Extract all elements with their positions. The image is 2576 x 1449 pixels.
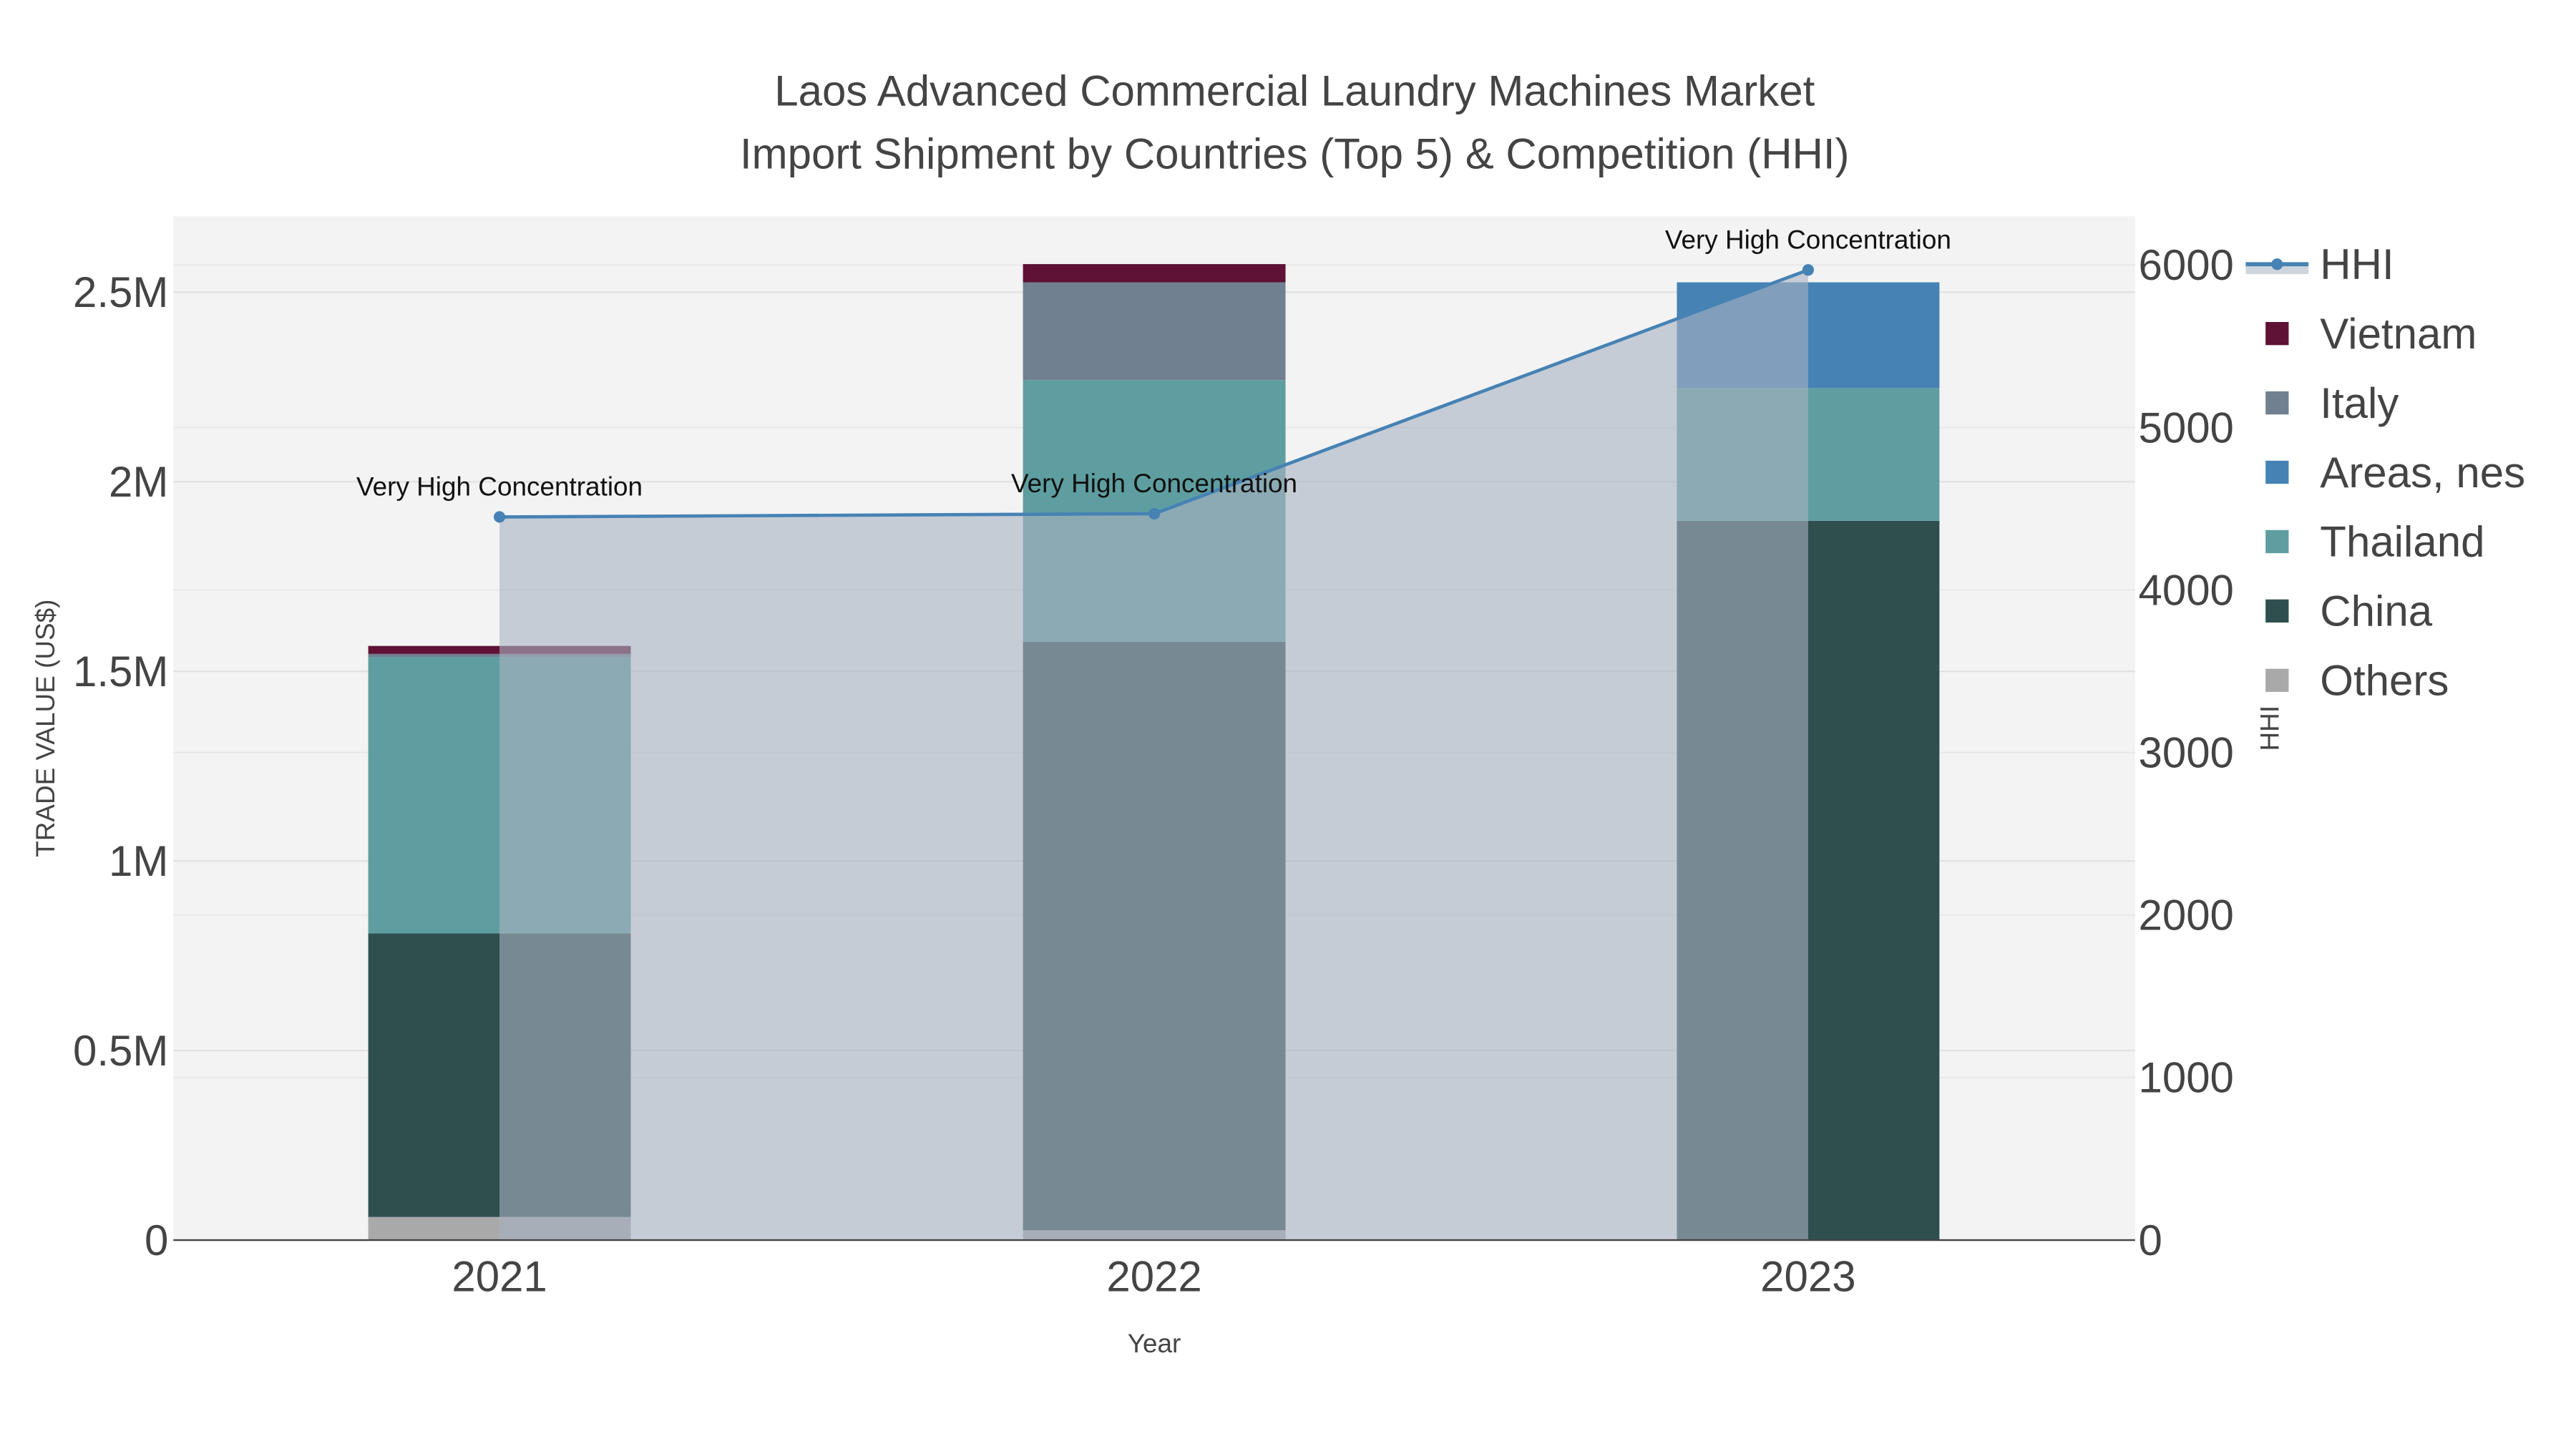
legend-swatch <box>2265 322 2289 346</box>
x-tick-label: 2022 <box>1106 1253 1201 1301</box>
y-tick-label: 2.5M <box>73 268 168 316</box>
chart-title-line2: Import Shipment by Countries (Top 5) & C… <box>740 130 1850 177</box>
legend-label: Thailand <box>2320 518 2484 566</box>
y-axis-title: TRADE VALUE (US$) <box>31 600 60 857</box>
legend-swatch <box>2265 530 2289 554</box>
legend-swatch <box>2265 599 2289 623</box>
x-tick-label: 2023 <box>1760 1253 1855 1301</box>
y-tick-label: 2M <box>109 458 168 506</box>
y2-axis-title: HHI <box>2255 706 2285 751</box>
legend-marker <box>2271 258 2283 270</box>
y-tick-label: 1.5M <box>73 648 168 696</box>
y-tick-label: 0 <box>145 1216 168 1264</box>
legend-label: Areas, nes <box>2320 449 2525 497</box>
hhi-point-2023[interactable] <box>1802 264 1814 276</box>
legend-label: Vietnam <box>2320 310 2477 358</box>
y2-tick-label: 3000 <box>2138 729 2233 777</box>
hhi-point-2021[interactable] <box>494 511 506 523</box>
bar-vietnam-2022[interactable] <box>1023 264 1286 283</box>
legend-label: China <box>2320 587 2432 635</box>
legend-swatch <box>2265 391 2289 415</box>
y2-tick-label: 6000 <box>2138 241 2233 289</box>
chart-title-line1: Laos Advanced Commercial Laundry Machine… <box>774 67 1815 115</box>
legend-label: Others <box>2320 657 2449 705</box>
x-tick-label: 2021 <box>452 1253 547 1301</box>
bar-italy-2022[interactable] <box>1023 282 1286 381</box>
y2-tick-label: 0 <box>2138 1216 2162 1264</box>
y-tick-label: 1M <box>109 837 168 885</box>
hhi-annotation: Very High Concentration <box>1011 469 1297 498</box>
hhi-point-2022[interactable] <box>1148 507 1161 519</box>
x-axis-title: Year <box>1128 1329 1181 1358</box>
y2-tick-label: 1000 <box>2138 1054 2233 1102</box>
hhi-annotation: Very High Concentration <box>1665 225 1951 254</box>
y-tick-label: 0.5M <box>73 1027 168 1075</box>
hhi-annotation: Very High Concentration <box>356 472 643 501</box>
legend-label: Italy <box>2320 379 2399 427</box>
y2-tick-label: 5000 <box>2138 404 2233 452</box>
legend-swatch <box>2265 668 2289 692</box>
y2-tick-label: 4000 <box>2138 566 2233 614</box>
legend-swatch <box>2265 460 2289 484</box>
y2-tick-label: 2000 <box>2138 892 2233 940</box>
chart: Laos Advanced Commercial Laundry Machine… <box>0 0 2576 1449</box>
legend-label: HHI <box>2320 240 2394 288</box>
